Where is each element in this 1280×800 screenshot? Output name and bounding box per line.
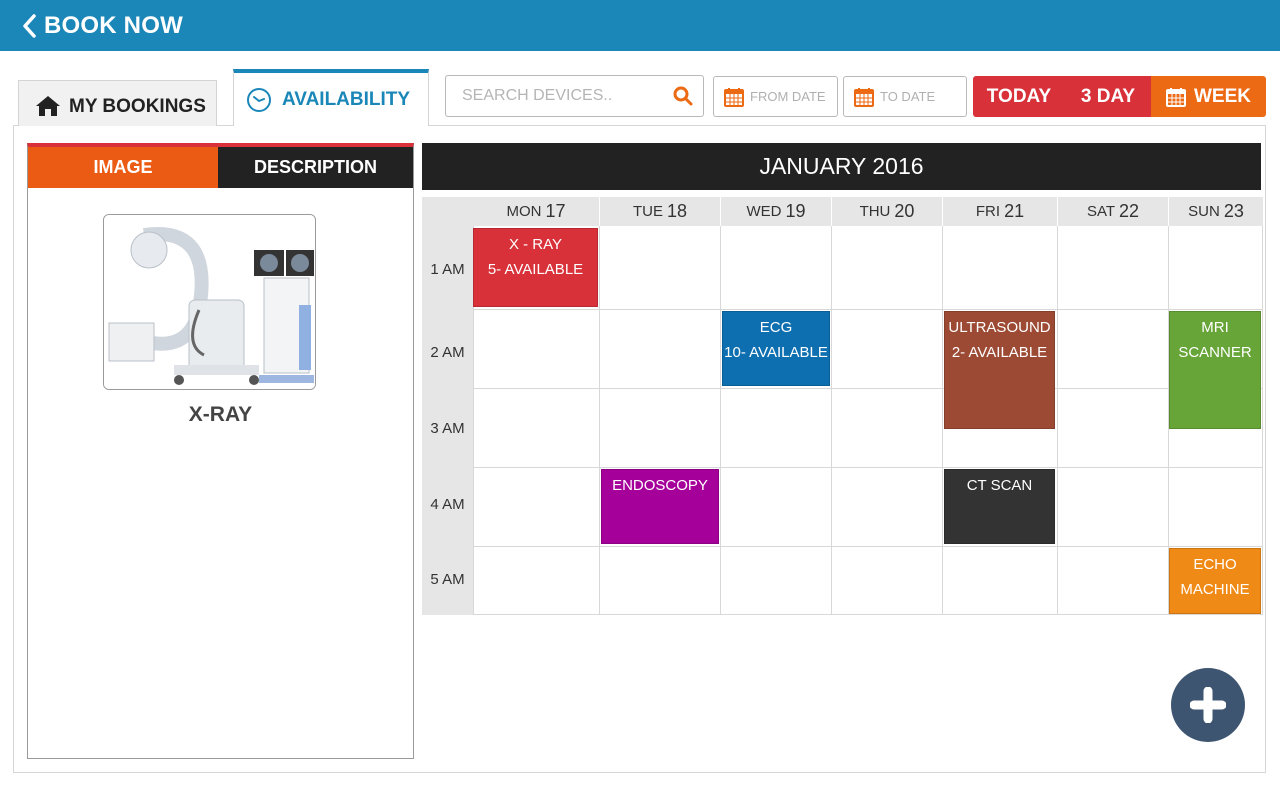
booking-xray[interactable]: X - RAY 5- AVAILABLE xyxy=(473,228,598,307)
time-label: 5 AM xyxy=(430,571,465,588)
search-box xyxy=(445,75,704,117)
day-header-fri: FRI 21 xyxy=(943,197,1057,226)
tab-my-bookings[interactable]: MY BOOKINGS xyxy=(18,80,217,126)
day-header-sat: SAT 22 xyxy=(1058,197,1168,226)
booking-ct-scan[interactable]: CT SCAN xyxy=(944,469,1055,544)
add-booking-button[interactable] xyxy=(1171,668,1245,742)
day-name: MON xyxy=(506,203,542,220)
grid-line xyxy=(1262,226,1263,615)
event-availability: 2- AVAILABLE xyxy=(951,344,1048,361)
clock-icon xyxy=(247,87,271,112)
day-number: 21 xyxy=(1004,201,1025,221)
day-name: SAT xyxy=(1086,203,1116,220)
device-image xyxy=(103,214,316,390)
event-availability: 5- AVAILABLE xyxy=(487,261,584,278)
day-number: 20 xyxy=(894,201,915,221)
top-bar: BOOK NOW xyxy=(0,0,1280,51)
calendar-icon xyxy=(1166,87,1186,107)
grid-line xyxy=(473,309,1263,310)
grid-line xyxy=(831,226,832,615)
grid-line xyxy=(599,226,600,615)
event-subtitle: SCANNER xyxy=(1178,344,1252,361)
tab-image[interactable]: IMAGE xyxy=(28,147,218,188)
event-subtitle: MACHINE xyxy=(1180,581,1250,598)
event-availability: 10- AVAILABLE xyxy=(724,344,828,361)
search-input[interactable] xyxy=(462,87,673,105)
booking-endoscopy[interactable]: ENDOSCOPY xyxy=(601,469,719,544)
view-switcher: TODAY 3 DAY WEEK xyxy=(973,76,1266,117)
grid-line xyxy=(473,614,1263,615)
device-name: X-RAY xyxy=(188,403,253,426)
to-date-label: TO DATE xyxy=(880,89,936,104)
day-number: 23 xyxy=(1223,201,1244,221)
to-date-field[interactable]: TO DATE xyxy=(843,76,967,117)
booking-mri-scanner[interactable]: MRI SCANNER xyxy=(1169,311,1261,429)
day-name: WED xyxy=(746,203,782,220)
plus-icon xyxy=(1190,687,1226,723)
day-name: THU xyxy=(859,203,891,220)
tab-description[interactable]: DESCRIPTION xyxy=(218,147,413,188)
week-button-label: WEEK xyxy=(1194,85,1251,107)
three-day-button[interactable]: 3 DAY xyxy=(1065,76,1151,117)
grid-line xyxy=(473,388,1263,389)
today-button[interactable]: TODAY xyxy=(973,76,1065,117)
event-title: ULTRASOUND xyxy=(948,319,1051,336)
grid-line xyxy=(1057,226,1058,615)
booking-ultrasound[interactable]: ULTRASOUND 2- AVAILABLE xyxy=(944,311,1055,429)
chevron-left-icon xyxy=(23,13,36,38)
event-title: CT SCAN xyxy=(966,477,1033,494)
day-number: 19 xyxy=(785,201,806,221)
device-panel: IMAGE DESCRIPTION X-RAY xyxy=(27,143,414,759)
from-date-field[interactable]: FROM DATE xyxy=(713,76,838,117)
booking-echo-machine[interactable]: ECHO MACHINE xyxy=(1169,548,1261,614)
page-title: BOOK NOW xyxy=(44,11,183,39)
day-number: 18 xyxy=(666,201,688,221)
calendar-icon xyxy=(724,87,744,107)
time-label: 2 AM xyxy=(430,344,465,361)
time-label: 3 AM xyxy=(430,420,465,437)
calendar-icon xyxy=(854,87,874,107)
booking-ecg[interactable]: ECG 10- AVAILABLE xyxy=(722,311,830,386)
event-title: X - RAY xyxy=(508,236,563,253)
device-panel-tabs: IMAGE DESCRIPTION xyxy=(28,147,413,188)
day-name: SUN xyxy=(1188,203,1220,220)
home-icon xyxy=(36,95,60,116)
from-date-label: FROM DATE xyxy=(750,89,826,104)
event-title: ENDOSCOPY xyxy=(612,477,708,494)
day-name: FRI xyxy=(975,203,1001,220)
grid-line xyxy=(720,226,721,615)
grid-line xyxy=(942,226,943,615)
event-title: ECG xyxy=(759,319,793,336)
day-header-thu: THU 20 xyxy=(832,197,942,226)
xray-machine-illustration xyxy=(104,215,315,389)
tab-availability[interactable]: AVAILABILITY xyxy=(233,69,429,126)
week-calendar: MON 17 TUE 18 WED 19 THU 20 FRI 21 SAT 22 SUN 2… xyxy=(422,197,1263,615)
tab-availability-label: AVAILABILITY xyxy=(282,88,411,110)
time-column xyxy=(422,197,473,615)
day-header-mon: MON 17 xyxy=(473,197,599,226)
day-number: 17 xyxy=(545,201,566,221)
event-title: MRI xyxy=(1201,319,1229,336)
back-button[interactable]: BOOK NOW xyxy=(20,12,183,40)
grid-line xyxy=(473,467,1263,468)
day-header-sun: SUN 23 xyxy=(1169,197,1263,226)
event-title: ECHO xyxy=(1193,556,1237,573)
day-header-tue: TUE 18 xyxy=(600,197,720,226)
grid-line xyxy=(473,546,1263,547)
day-name: TUE xyxy=(632,203,663,220)
calendar-month-header: JANUARY 2016 xyxy=(422,143,1261,190)
search-icon[interactable] xyxy=(673,86,693,106)
week-button[interactable]: WEEK xyxy=(1151,76,1266,117)
tab-my-bookings-label: MY BOOKINGS xyxy=(69,95,206,117)
day-number: 22 xyxy=(1119,201,1140,221)
time-label: 4 AM xyxy=(430,496,465,513)
day-header-wed: WED 19 xyxy=(721,197,831,226)
time-label: 1 AM xyxy=(430,261,465,278)
